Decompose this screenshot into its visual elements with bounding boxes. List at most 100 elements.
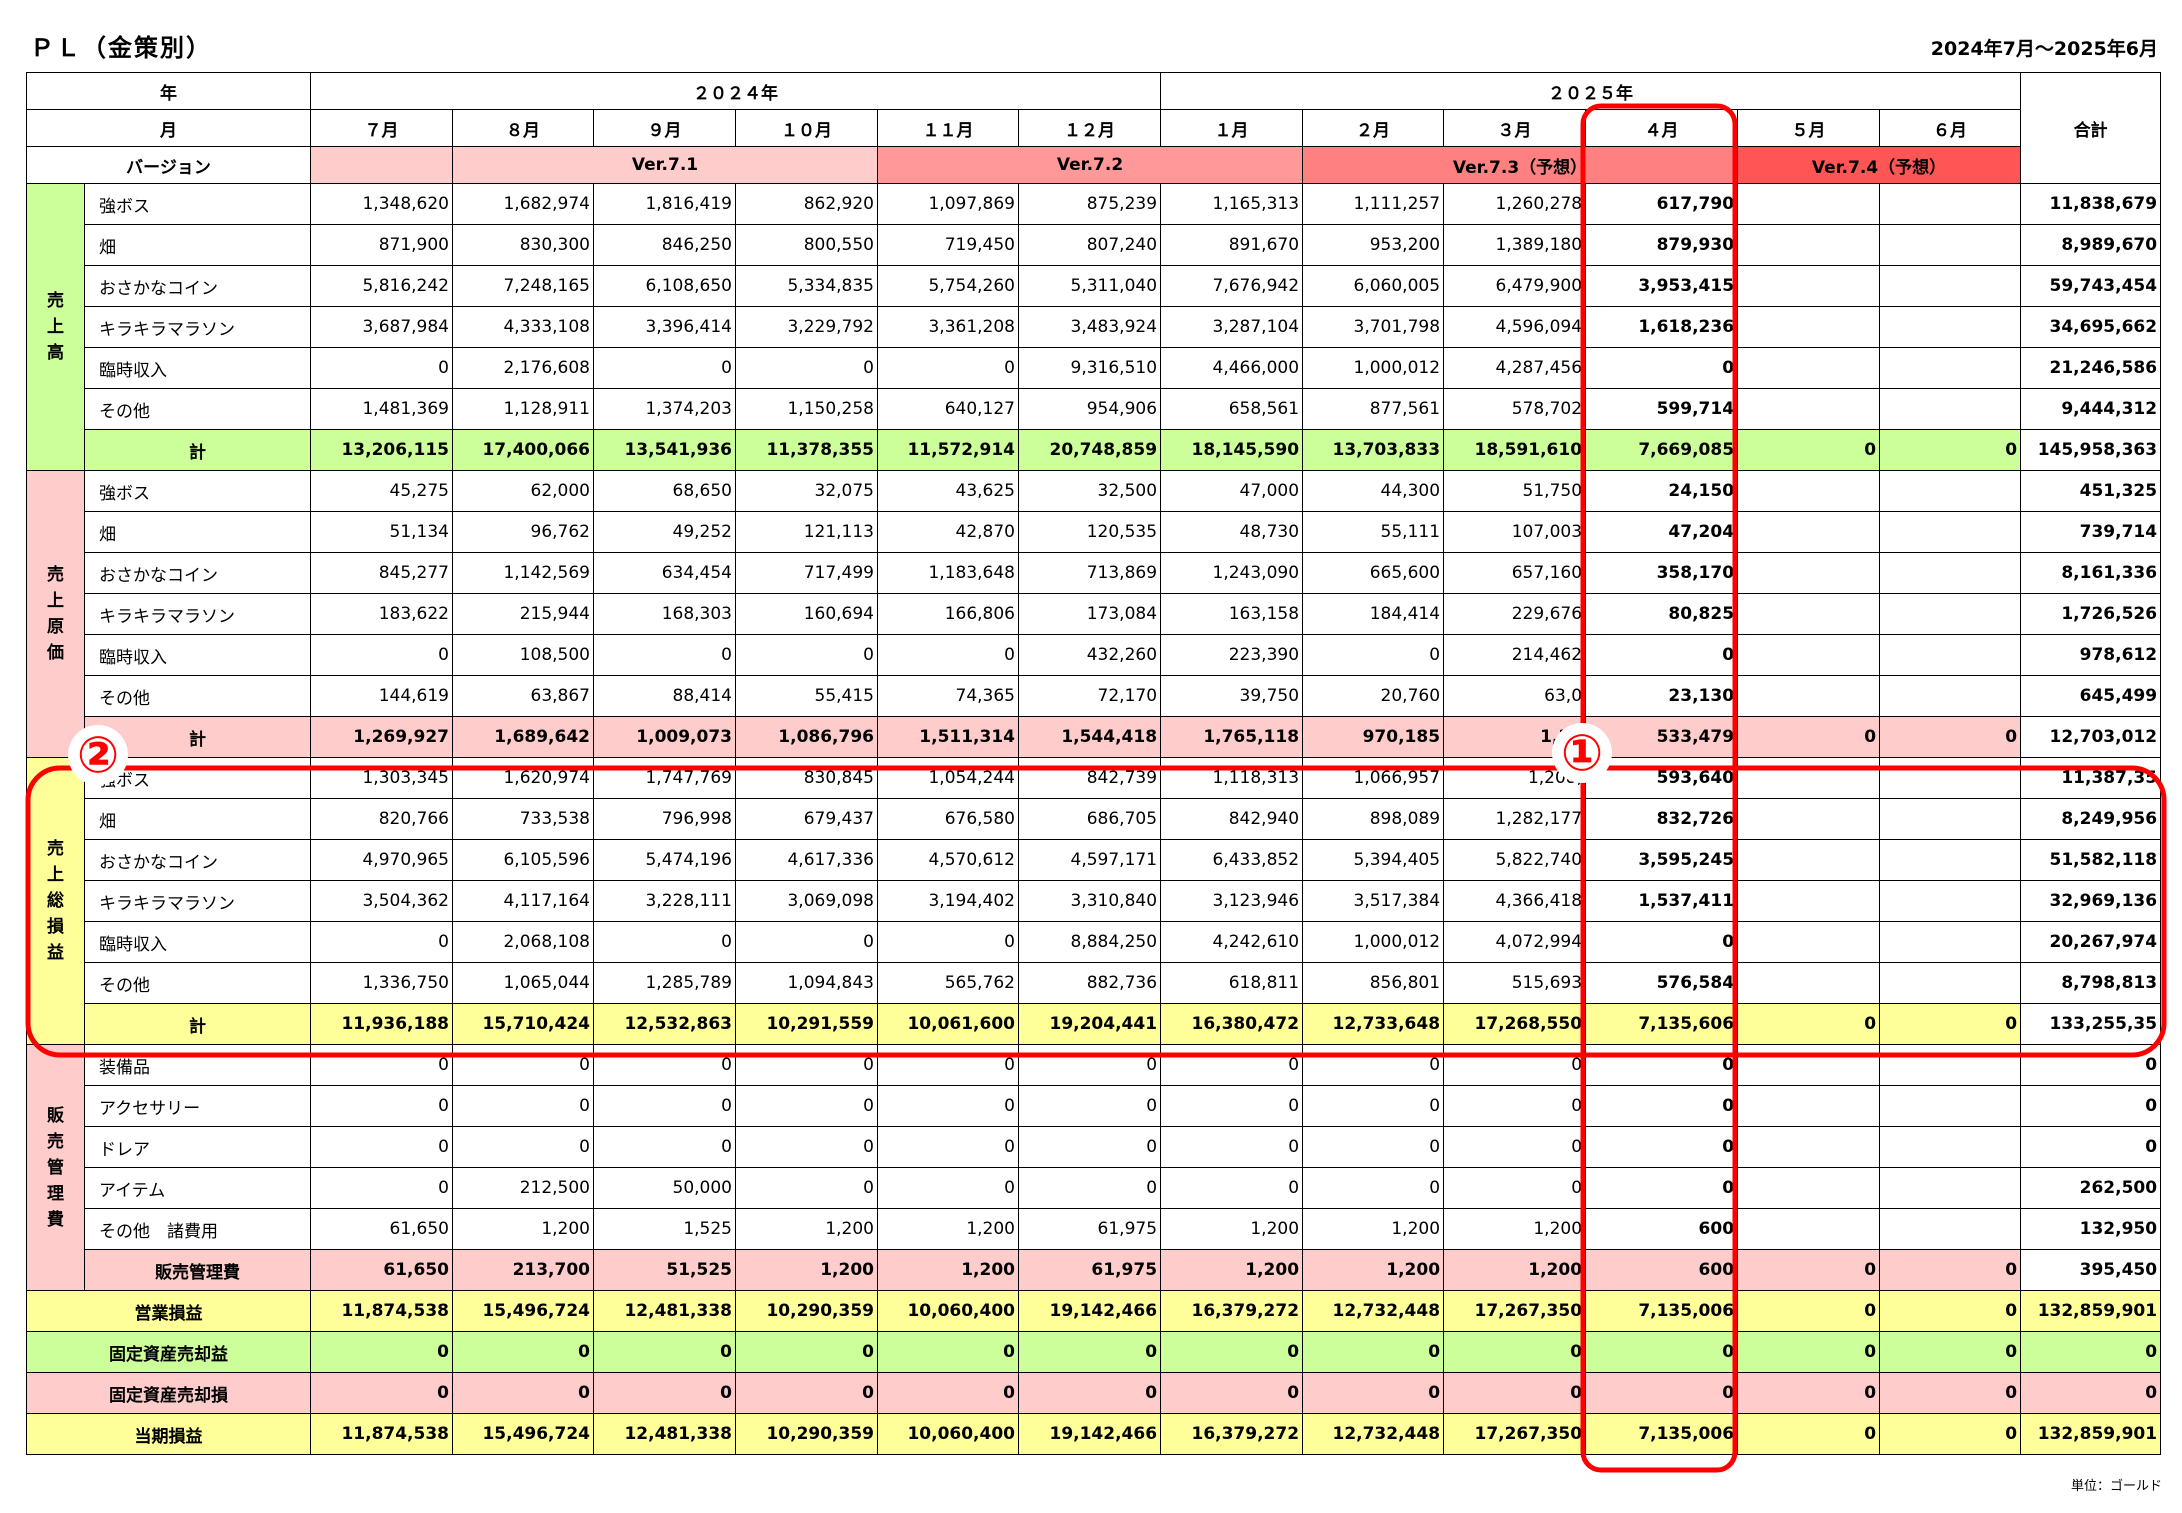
month-header-9: ３月 — [1443, 109, 1587, 147]
summary-value: 0 — [1737, 1413, 1881, 1455]
summary-value: 0 — [452, 1331, 594, 1373]
subtotal-value: 13,206,115 — [310, 429, 453, 471]
subtotal-value: 17,268,550 — [1443, 1003, 1587, 1045]
value-cell: 4,466,000 — [1160, 347, 1304, 389]
row-label: 畑 — [84, 798, 311, 840]
value-cell: 0 — [1160, 1167, 1304, 1209]
value-cell: 953,200 — [1302, 224, 1445, 266]
year-2025-header: ２０２５年 — [1160, 72, 2022, 110]
value-cell: 3,194,402 — [877, 880, 1019, 922]
value-cell: 0 — [1585, 921, 1739, 963]
subtotal-value: 61,650 — [310, 1249, 453, 1291]
value-cell: 1,260,278 — [1443, 183, 1587, 225]
value-cell — [1879, 347, 2022, 389]
value-cell: 3,483,924 — [1017, 306, 1162, 348]
subtotal-value: 1,200 — [1302, 1249, 1445, 1291]
value-cell: 1,054,244 — [877, 757, 1019, 799]
summary-value: 0 — [1879, 1413, 2022, 1455]
value-cell: 5,474,196 — [593, 839, 736, 881]
value-cell: 1,200 — [735, 1208, 878, 1250]
value-cell: 0 — [593, 634, 736, 676]
table-row: おさかなコイン 845,277 1,142,569 634,454 717,499 1,1… — [27, 552, 2162, 594]
subtotal-value: 12,733,648 — [1302, 1003, 1445, 1045]
value-cell: 593,640 — [1585, 757, 1739, 799]
value-cell: 871,900 — [310, 224, 453, 266]
subtotal-value: 19,204,441 — [1017, 1003, 1162, 1045]
value-cell — [1879, 183, 2022, 225]
summary-value: 0 — [593, 1331, 736, 1373]
summary-value: 0 — [1302, 1331, 1445, 1373]
subtotal-value: 10,061,600 — [877, 1003, 1019, 1045]
row-total: 20,267,974 — [2020, 921, 2162, 963]
value-cell: 214,462 — [1443, 634, 1587, 676]
summary-value: 10,290,359 — [735, 1413, 878, 1455]
summary-total: 0 — [2020, 1331, 2162, 1373]
value-cell: 4,617,336 — [735, 839, 878, 881]
value-cell: 4,242,610 — [1160, 921, 1304, 963]
value-cell: 842,940 — [1160, 798, 1304, 840]
value-cell: 121,113 — [735, 511, 878, 553]
value-cell: 0 — [310, 921, 453, 963]
table-row: おさかなコイン 5,816,242 7,248,165 6,108,650 5,334,… — [27, 265, 2162, 307]
value-cell: 0 — [1017, 1085, 1162, 1127]
value-cell: 120,535 — [1017, 511, 1162, 553]
value-cell: 640,127 — [877, 388, 1019, 430]
value-cell: 679,437 — [735, 798, 878, 840]
value-cell: 3,953,415 — [1585, 265, 1739, 307]
row-label: 畑 — [84, 224, 311, 266]
value-cell: 1,208, — [1443, 757, 1587, 799]
table-row: 販売管理費 61,650 213,700 51,525 1,200 1,200 61,975… — [27, 1249, 2162, 1291]
value-cell: 0 — [310, 634, 453, 676]
value-cell: 0 — [735, 921, 878, 963]
row-total: 11,838,679 — [2020, 183, 2162, 225]
value-cell: 0 — [310, 347, 453, 389]
section-label: 売 上 高 — [26, 183, 85, 471]
value-cell: 733,538 — [452, 798, 594, 840]
table-row: アクセサリー 0 0 0 0 0 0 0 0 0 0 0 — [27, 1085, 2162, 1127]
subtotal-value: 0 — [1879, 716, 2022, 758]
table-row: その他 1,336,750 1,065,044 1,285,789 1,094,843 5… — [27, 962, 2162, 1004]
subtotal-value: 970,185 — [1302, 716, 1445, 758]
table-row: 年 ２０２４年 ２０２５年 合計 — [26, 72, 2162, 184]
value-cell: 1,111,257 — [1302, 183, 1445, 225]
value-cell: 807,240 — [1017, 224, 1162, 266]
value-cell: 1,682,974 — [452, 183, 594, 225]
value-cell: 0 — [593, 347, 736, 389]
summary-value: 0 — [1443, 1331, 1587, 1373]
value-cell: 43,625 — [877, 470, 1019, 512]
subtotal-value: 13,541,936 — [593, 429, 736, 471]
row-total: 8,989,670 — [2020, 224, 2162, 266]
value-cell: 515,693 — [1443, 962, 1587, 1004]
table-row: 畑 871,900 830,300 846,250 800,550 719,450 807,… — [27, 224, 2162, 266]
value-cell — [1879, 634, 2022, 676]
table-row: 臨時収入 0 2,068,108 0 0 0 8,884,250 4,242,610 1,000… — [27, 921, 2162, 963]
value-cell: 3,595,245 — [1585, 839, 1739, 881]
value-cell: 0 — [1160, 1044, 1304, 1086]
month-header-6: １２月 — [1017, 109, 1162, 147]
subtotal-value: 18,145,590 — [1160, 429, 1304, 471]
value-cell: 657,160 — [1443, 552, 1587, 594]
row-total: 32,969,136 — [2020, 880, 2162, 922]
table-row: ドレア 0 0 0 0 0 0 0 0 0 0 0 — [27, 1126, 2162, 1168]
summary-value: 0 — [1443, 1372, 1587, 1414]
value-cell: 0 — [1585, 1126, 1739, 1168]
month-header-5: １１月 — [877, 109, 1019, 147]
value-cell — [1879, 1044, 2022, 1086]
row-total: 21,246,586 — [2020, 347, 2162, 389]
value-cell: 1,303,345 — [310, 757, 453, 799]
value-cell: 676,580 — [877, 798, 1019, 840]
row-total: 9,444,312 — [2020, 388, 2162, 430]
subtotal-value: 600 — [1585, 1249, 1739, 1291]
value-cell — [1879, 757, 2022, 799]
subtotal-value: 0 — [1737, 429, 1881, 471]
summary-value: 0 — [1737, 1290, 1881, 1332]
value-cell: 144,619 — [310, 675, 453, 717]
value-cell: 51,750 — [1443, 470, 1587, 512]
row-total: 59,743,454 — [2020, 265, 2162, 307]
value-cell: 832,726 — [1585, 798, 1739, 840]
subtotal-value: 0 — [1737, 1003, 1881, 1045]
summary-value: 0 — [1879, 1290, 2022, 1332]
subtotal-value: 1,200 — [1443, 1249, 1587, 1291]
value-cell: 0 — [310, 1044, 453, 1086]
subtotal-total: 133,255,35 — [2020, 1003, 2162, 1045]
